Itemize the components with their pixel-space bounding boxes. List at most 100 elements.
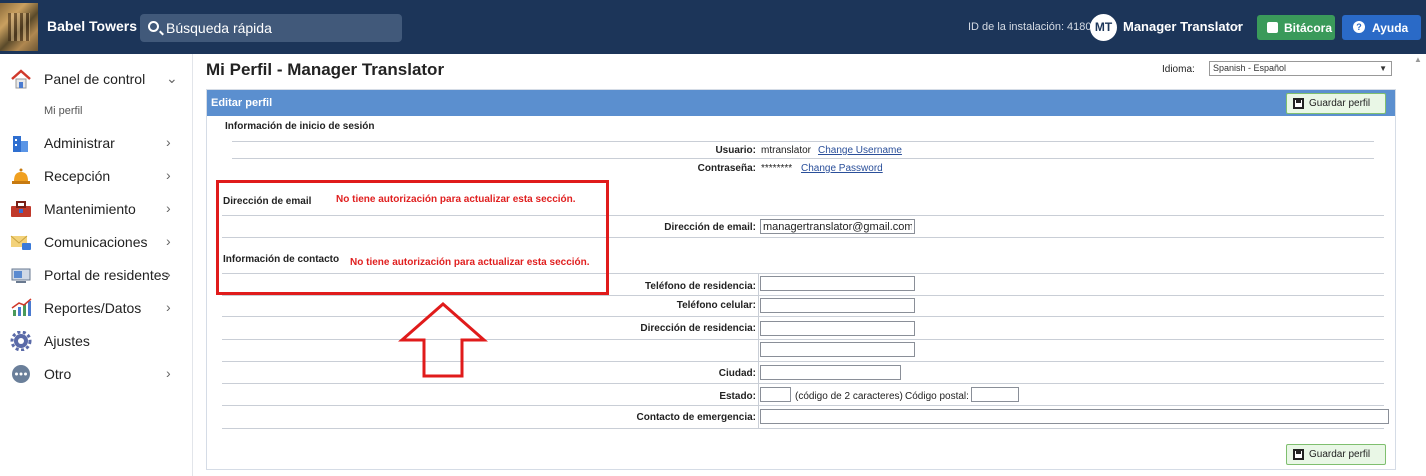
more-icon <box>12 365 30 383</box>
user-menu-name[interactable]: Manager Translator <box>1123 19 1243 34</box>
sidebar-item-comunicaciones[interactable]: Comunicaciones › <box>0 227 192 257</box>
chevron-right-icon: › <box>166 167 171 183</box>
sidebar-item-label: Administrar <box>44 135 115 151</box>
gear-icon <box>10 331 32 351</box>
help-label: Ayuda <box>1372 21 1409 35</box>
building-icon <box>13 136 28 152</box>
language-select[interactable]: Spanish - Español ▼ <box>1209 61 1392 76</box>
building-logo[interactable] <box>0 3 38 51</box>
email-field[interactable] <box>760 219 915 234</box>
divider <box>222 428 1384 429</box>
sidebar: Panel de control ⌄ Mi perfil Administrar… <box>0 54 193 476</box>
panel-title: Editar perfil <box>211 97 273 109</box>
password-value: ******** <box>761 163 793 174</box>
top-bar: Babel Towers ID de la instalación: 4180 … <box>0 0 1426 54</box>
chevron-right-icon: › <box>166 299 171 315</box>
sidebar-item-reportes-datos[interactable]: Reportes/Datos › <box>0 293 192 323</box>
mail-icon <box>10 235 31 250</box>
sidebar-item-panel-de-control[interactable]: Panel de control ⌄ <box>0 64 192 94</box>
help-button[interactable]: ? Ayuda <box>1342 15 1421 40</box>
help-icon: ? <box>1353 21 1365 33</box>
save-label: Guardar perfil <box>1309 449 1371 460</box>
annotation-highlight-box <box>216 180 609 295</box>
chart-icon <box>11 298 32 316</box>
password-label: Contraseña: <box>697 163 756 174</box>
annotation-arrow-icon <box>398 302 488 378</box>
state-field[interactable] <box>760 387 791 402</box>
save-label: Guardar perfil <box>1309 98 1371 109</box>
installation-id: ID de la instalación: 4180 <box>968 21 1092 33</box>
chevron-right-icon: › <box>166 233 171 249</box>
search-icon <box>148 21 159 32</box>
address-field-1[interactable] <box>760 321 915 336</box>
sidebar-item-label: Recepción <box>44 168 111 184</box>
panel-header: Editar perfil <box>207 90 1395 116</box>
search-input[interactable] <box>166 18 396 38</box>
home-phone-field[interactable] <box>760 276 915 291</box>
sidebar-subitem-mi-perfil[interactable]: Mi perfil <box>44 105 83 117</box>
dropdown-arrow-icon: ▼ <box>1379 64 1387 73</box>
sidebar-item-portal-de-residentes[interactable]: Portal de residentes › <box>0 260 192 290</box>
bitacora-button[interactable]: Bitácora <box>1257 15 1335 40</box>
username-label: Usuario: <box>715 145 756 156</box>
divider <box>232 158 1374 159</box>
city-field[interactable] <box>760 365 901 380</box>
page-title: Mi Perfil - Manager Translator <box>206 60 445 79</box>
state-label: Estado: <box>719 391 756 402</box>
divider <box>222 316 1384 317</box>
divider <box>222 295 1384 296</box>
sidebar-item-otro[interactable]: Otro › <box>0 359 192 389</box>
language-value: Spanish - Español <box>1213 63 1287 73</box>
sidebar-item-recepcion[interactable]: Recepción › <box>0 161 192 191</box>
sidebar-item-administrar[interactable]: Administrar › <box>0 128 192 158</box>
sidebar-item-label: Portal de residentes <box>44 267 169 283</box>
cell-phone-label: Teléfono celular: <box>676 300 756 311</box>
floppy-disk-icon <box>1293 449 1304 460</box>
sidebar-item-label: Ajustes <box>44 333 90 349</box>
chevron-right-icon: › <box>166 266 171 282</box>
change-username-link[interactable]: Change Username <box>818 145 902 156</box>
chevron-right-icon: › <box>166 134 171 150</box>
toolbox-icon <box>11 201 31 217</box>
chevron-right-icon: › <box>166 365 171 381</box>
chevron-right-icon: › <box>166 200 171 216</box>
monitor-icon <box>11 268 31 283</box>
state-hint: (código de 2 caracteres) <box>795 391 903 402</box>
city-label: Ciudad: <box>718 368 756 379</box>
bell-icon <box>12 168 30 184</box>
emergency-contact-field[interactable] <box>760 409 1389 424</box>
address-label: Dirección de residencia: <box>640 323 756 334</box>
divider <box>222 383 1384 384</box>
divider <box>222 339 1384 340</box>
zip-label: Código postal: <box>905 391 969 402</box>
cell-phone-field[interactable] <box>760 298 915 313</box>
emergency-contact-label: Contacto de emergencia: <box>636 412 756 423</box>
floppy-disk-icon <box>1293 98 1304 109</box>
login-section-title: Información de inicio de sesión <box>225 121 375 132</box>
bitacora-label: Bitácora <box>1284 21 1333 35</box>
sidebar-item-label: Panel de control <box>44 71 146 87</box>
zip-field[interactable] <box>971 387 1019 402</box>
scroll-up-icon[interactable]: ▲ <box>1414 55 1422 64</box>
language-label: Idioma: <box>1162 64 1195 75</box>
divider <box>222 361 1384 362</box>
avatar[interactable]: MT <box>1090 14 1117 41</box>
sidebar-item-mantenimiento[interactable]: Mantenimiento › <box>0 194 192 224</box>
sidebar-item-label: Mantenimiento <box>44 201 136 217</box>
save-profile-button-bottom[interactable]: Guardar perfil <box>1286 444 1386 465</box>
divider <box>222 405 1384 406</box>
sidebar-item-ajustes[interactable]: Ajustes <box>0 326 192 356</box>
divider <box>232 141 1374 142</box>
sidebar-item-label: Reportes/Datos <box>44 300 142 316</box>
quick-search[interactable] <box>140 14 402 42</box>
sidebar-item-label: Comunicaciones <box>44 234 148 250</box>
pencil-icon <box>1267 22 1278 33</box>
chevron-down-icon: ⌄ <box>166 70 178 86</box>
username-value: mtranslator <box>761 145 812 156</box>
change-password-link[interactable]: Change Password <box>801 163 883 174</box>
save-profile-button-top[interactable]: Guardar perfil <box>1286 93 1386 114</box>
address-field-2[interactable] <box>760 342 915 357</box>
chevron-down-icon[interactable]: ⌄ <box>1233 19 1241 30</box>
app-name[interactable]: Babel Towers <box>47 18 137 34</box>
home-icon <box>11 69 31 89</box>
